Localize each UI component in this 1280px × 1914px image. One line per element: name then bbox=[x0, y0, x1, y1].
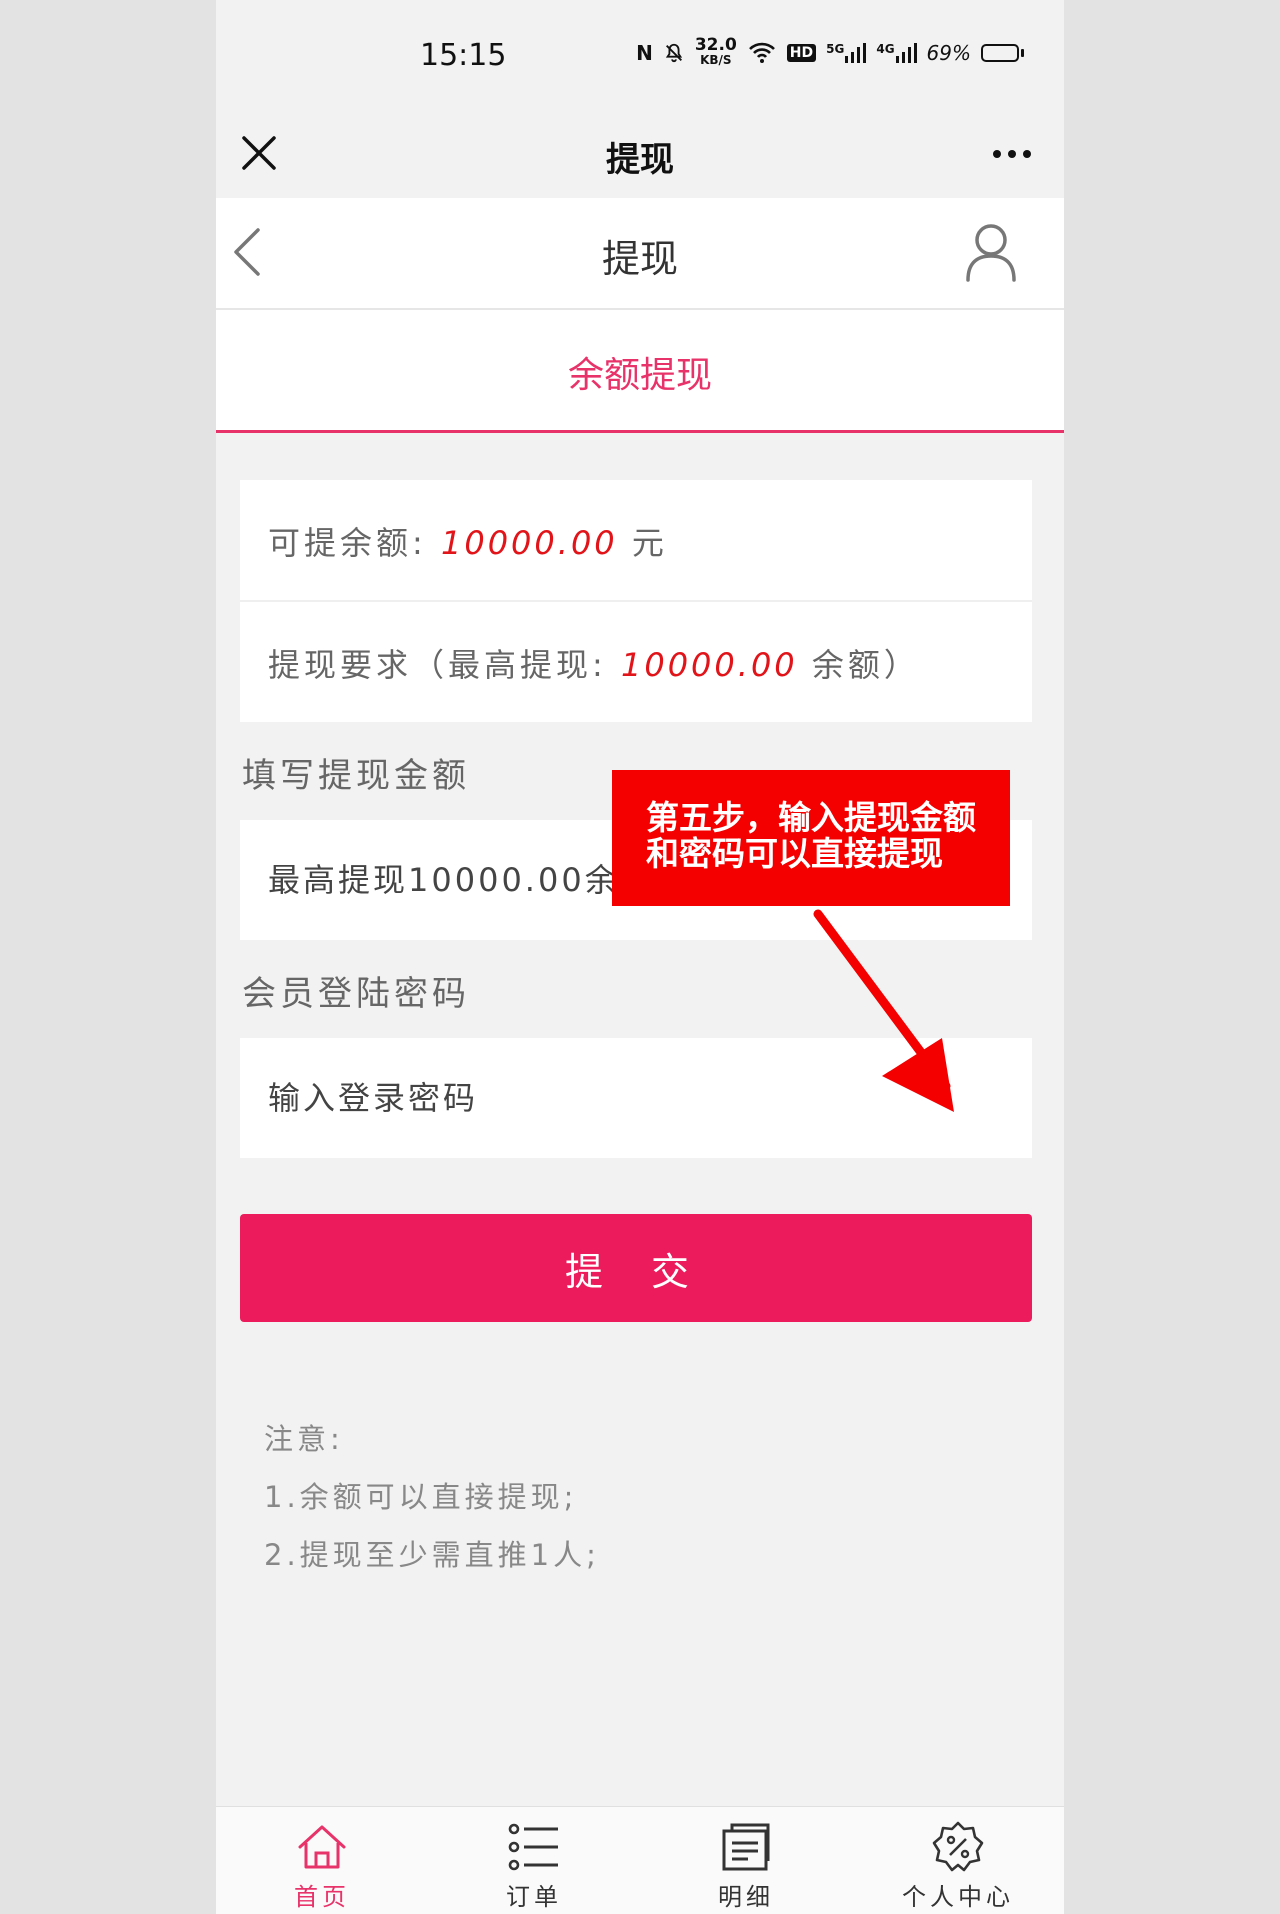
page-header: 提现 bbox=[216, 198, 1064, 310]
signal-5g-label: 5G bbox=[826, 42, 845, 56]
notes-line-2: 2.提现至少需直推1人; bbox=[264, 1538, 600, 1572]
user-button[interactable] bbox=[958, 216, 1024, 288]
net-speed-value: 32.0 bbox=[694, 35, 737, 55]
nav-profile[interactable]: 个人中心 bbox=[852, 1807, 1064, 1914]
signal-4g-icon: 4G bbox=[876, 42, 917, 64]
net-speed-unit: KB/S bbox=[700, 53, 732, 67]
list-icon bbox=[508, 1823, 558, 1871]
ledger-icon bbox=[722, 1823, 770, 1871]
nav-home[interactable]: 首页 bbox=[216, 1807, 428, 1914]
balance-unit: 元 bbox=[631, 524, 668, 562]
phone-screen: 15:15 N 32.0 KB/S HD 5G 4G 69% 提现 提现 余额提… bbox=[216, 0, 1064, 1914]
bell-off-icon bbox=[663, 42, 685, 64]
requirement-suffix: 余额） bbox=[811, 646, 920, 684]
more-options-button[interactable] bbox=[980, 126, 1044, 182]
tab-bar: 余额提现 bbox=[216, 310, 1064, 433]
more-icon bbox=[993, 150, 1001, 158]
signal-4g-label: 4G bbox=[876, 42, 895, 56]
nav-orders-label: 订单 bbox=[506, 1883, 562, 1911]
amount-label: 填写提现金额 bbox=[242, 756, 470, 796]
bottom-nav: 首页 订单 明细 个人中心 bbox=[216, 1806, 1064, 1914]
balance-label: 可提余额: bbox=[268, 524, 427, 562]
net-speed: 32.0 KB/S bbox=[694, 35, 737, 68]
battery-icon bbox=[981, 44, 1024, 62]
requirement-prefix: 提现要求（最高提现: bbox=[268, 646, 607, 684]
requirement-amount: 10000.00 bbox=[620, 646, 798, 684]
wifi-icon bbox=[747, 41, 777, 65]
tab-balance-withdraw[interactable]: 余额提现 bbox=[216, 346, 1064, 398]
page-title: 提现 bbox=[601, 237, 678, 281]
nav-orders[interactable]: 订单 bbox=[428, 1807, 640, 1914]
discount-badge-icon bbox=[932, 1821, 984, 1872]
notes-title: 注意: bbox=[264, 1422, 344, 1456]
requirement-row: 提现要求（最高提现: 10000.00 余额） bbox=[268, 640, 920, 686]
nav-home-label: 首页 bbox=[294, 1883, 350, 1911]
signal-5g-icon: 5G bbox=[826, 42, 867, 64]
nav-details-label: 明细 bbox=[718, 1883, 774, 1911]
password-label: 会员登陆密码 bbox=[242, 974, 470, 1014]
submit-button[interactable]: 提 交 bbox=[240, 1214, 1032, 1322]
webview-title: 提现 bbox=[606, 140, 674, 180]
nav-details[interactable]: 明细 bbox=[640, 1807, 852, 1914]
password-input[interactable] bbox=[240, 1038, 1032, 1158]
hd-badge: HD bbox=[786, 44, 817, 62]
annotation-callout: 第五步，输入提现金额和密码可以直接提现 bbox=[612, 770, 1010, 906]
notes: 注意: 1.余额可以直接提现; 2.提现至少需直推1人; bbox=[264, 1410, 600, 1584]
notes-line-1: 1.余额可以直接提现; bbox=[264, 1480, 578, 1514]
status-time: 15:15 bbox=[420, 38, 507, 73]
balance-row: 可提余额: 10000.00 元 bbox=[268, 518, 668, 564]
user-icon bbox=[966, 224, 1016, 282]
nav-profile-label: 个人中心 bbox=[902, 1883, 1014, 1911]
status-icons: N 32.0 KB/S HD 5G 4G 69% bbox=[636, 35, 1024, 68]
balance-amount: 10000.00 bbox=[440, 524, 618, 562]
nfc-icon: N bbox=[636, 41, 653, 65]
webview-bar: 提现 bbox=[216, 112, 1064, 196]
battery-percent: 69% bbox=[926, 41, 971, 65]
requirement-card: 提现要求（最高提现: 10000.00 余额） bbox=[240, 600, 1032, 722]
status-bar: 15:15 N 32.0 KB/S HD 5G 4G 69% bbox=[216, 0, 1064, 112]
balance-card: 可提余额: 10000.00 元 bbox=[240, 480, 1032, 600]
home-icon bbox=[298, 1825, 346, 1869]
password-field-wrap bbox=[240, 1038, 1032, 1158]
